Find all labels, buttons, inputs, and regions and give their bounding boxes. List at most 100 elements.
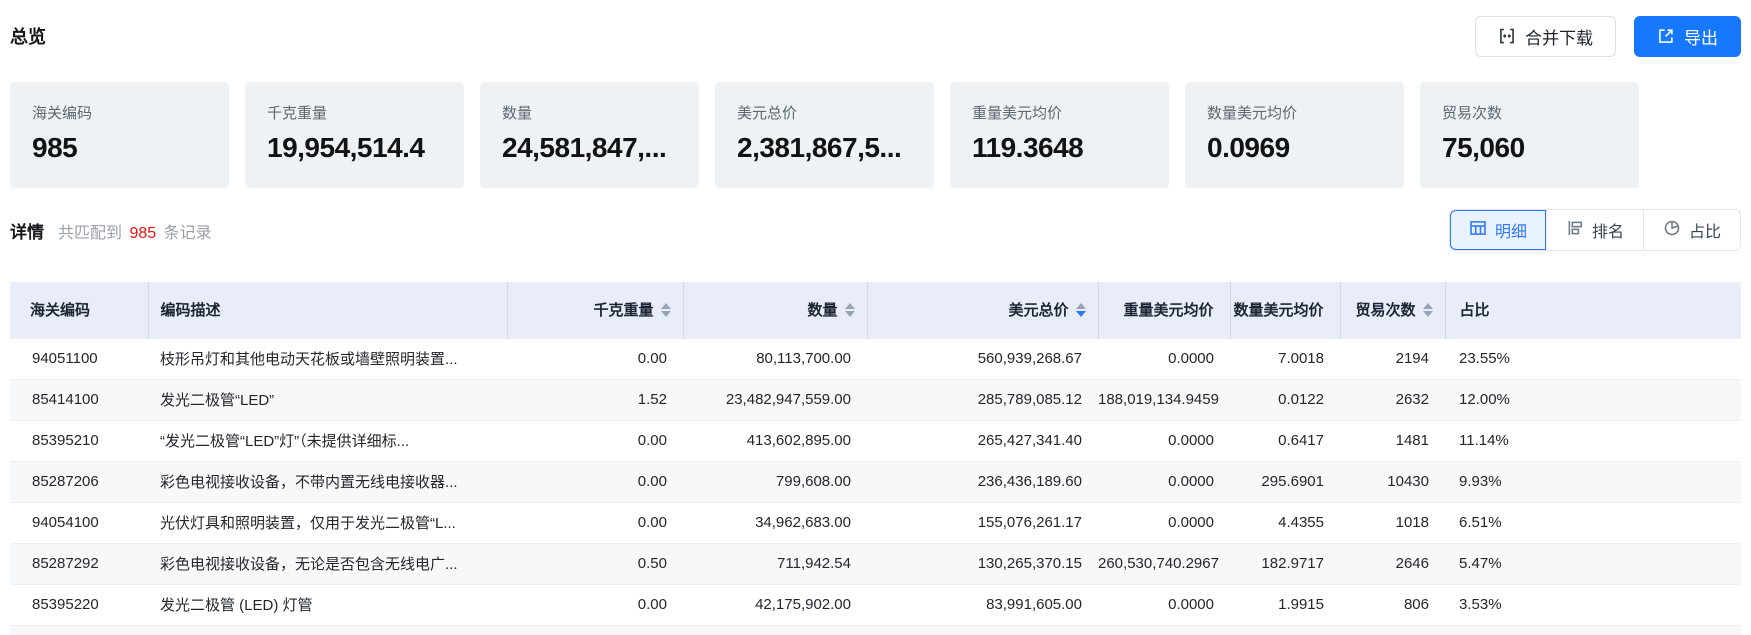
detail-title: 详情 — [10, 218, 44, 243]
table-row: 85287292 彩色电视接收设备，无论是否包含无线电广... 0.50 711… — [10, 543, 1741, 584]
stat-card-hs-code: 海关编码 985 — [10, 82, 229, 188]
cell-weight-kg: 0.00 — [507, 420, 683, 461]
cell-usd-total: 130,265,370.15 — [867, 543, 1098, 584]
stat-card-usd-total: 美元总价 2,381,867,5... — [715, 82, 934, 188]
cell-usd-total: 236,436,189.60 — [867, 461, 1098, 502]
cell-usd-total: 155,076,261.17 — [867, 502, 1098, 543]
cell-usd-per-qty: 182.9717 — [1230, 543, 1340, 584]
sort-caret-down-icon-active[interactable] — [1076, 311, 1086, 317]
cell-weight-kg: 0.00 — [507, 338, 683, 379]
cell-usd-per-qty: 4.4355 — [1230, 502, 1340, 543]
stat-value: 985 — [32, 132, 219, 164]
cell-hs-code: 85395220 — [10, 584, 148, 625]
table-row: 85395210 “发光二极管“LED”灯”（未提供详细标... 0.00 41… — [10, 420, 1741, 461]
cell-trade-count: 806 — [1340, 584, 1445, 625]
table-row: 85414100 发光二极管“LED” 1.52 23,482,947,559.… — [10, 379, 1741, 420]
match-prefix: 共匹配到 — [58, 225, 122, 242]
sort-caret-down-icon[interactable] — [1423, 311, 1433, 317]
sort-caret-up-icon[interactable] — [661, 303, 671, 309]
cell-description: 光伏灯具和照明装置，仅用于发光二极管“L... — [148, 502, 507, 543]
sort-carets[interactable] — [661, 303, 671, 317]
cell-usd-per-qty: 295.6901 — [1230, 461, 1340, 502]
export-button[interactable]: 导出 — [1634, 16, 1741, 57]
page-title: 总览 — [10, 23, 46, 49]
cell-share: 5.47% — [1445, 543, 1741, 584]
cell-quantity: 711,942.54 — [683, 543, 867, 584]
sort-carets[interactable] — [1423, 303, 1433, 317]
sort-caret-up-icon[interactable] — [1423, 303, 1433, 309]
merge-download-button[interactable]: 合并下载 — [1475, 16, 1616, 57]
col-header-usd-per-weight: 重量美元均价 — [1098, 282, 1230, 338]
match-count: 985 — [126, 225, 159, 242]
merge-download-label: 合并下载 — [1525, 24, 1593, 49]
tab-share[interactable]: 占比 — [1643, 210, 1740, 250]
tab-label: 占比 — [1689, 218, 1721, 242]
view-switcher: 明细 排名 占比 — [1449, 209, 1741, 251]
cell-description: 枝形吊灯和其他电动天花板或墙壁照明装置... — [148, 338, 507, 379]
stat-value: 0.0969 — [1207, 132, 1394, 164]
col-header-share: 占比 — [1445, 282, 1741, 338]
col-header-weight-kg[interactable]: 千克重量 — [507, 282, 683, 338]
merge-cells-icon — [1498, 27, 1516, 45]
cell-description: 彩色电视接收设备，不带内置无线电接收器... — [148, 461, 507, 502]
cell-trade-count: 2632 — [1340, 379, 1445, 420]
cell-description: “发光二极管“LED”灯”（未提供详细标... — [148, 420, 507, 461]
cell-weight-kg: 0.00 — [507, 461, 683, 502]
tab-details[interactable]: 明细 — [1450, 210, 1546, 250]
match-summary: 共匹配到 985 条记录 — [58, 219, 212, 243]
cell-usd-per-weight: 188,019,134.9459 — [1098, 379, 1230, 420]
stat-value: 2,381,867,5... — [737, 132, 924, 164]
stat-value: 75,060 — [1442, 132, 1629, 164]
stat-label: 海关编码 — [32, 102, 219, 123]
table-row: 85287206 彩色电视接收设备，不带内置无线电接收器... 0.00 799… — [10, 461, 1741, 502]
col-label: 海关编码 — [30, 299, 90, 320]
sort-caret-down-icon[interactable] — [661, 311, 671, 317]
cell-usd-per-qty: 0.0122 — [1230, 379, 1340, 420]
cell-usd-per-weight: 0.0000 — [1098, 584, 1230, 625]
cell-share: 3.53% — [1445, 584, 1741, 625]
trade-overview-page: 总览 合并下载 — [0, 14, 1751, 635]
stat-card-trade-count: 贸易次数 75,060 — [1420, 82, 1639, 188]
cell-usd-per-weight: 0.0000 — [1098, 420, 1230, 461]
cell-trade-count: 2194 — [1340, 338, 1445, 379]
cell-usd-per-weight: 0.0000 — [1098, 338, 1230, 379]
tab-label: 排名 — [1592, 218, 1624, 242]
col-header-trade-count[interactable]: 贸易次数 — [1340, 282, 1445, 338]
stat-label: 数量 — [502, 102, 689, 123]
tab-ranking[interactable]: 排名 — [1546, 210, 1643, 250]
cell-usd-per-weight: 0.0000 — [1098, 502, 1230, 543]
cell-quantity: 42,175,902.00 — [683, 584, 867, 625]
stat-label: 贸易次数 — [1442, 102, 1629, 123]
sort-caret-up-icon[interactable] — [845, 303, 855, 309]
table-header-row: 海关编码 编码描述 千克重量 数量 美元总价 重量美元均价 数量美元均价 贸易次… — [10, 282, 1741, 338]
stat-value: 119.3648 — [972, 132, 1159, 164]
stat-card-usd-per-weight: 重量美元均价 119.3648 — [950, 82, 1169, 188]
cell-hs-code: 85287292 — [10, 543, 148, 584]
col-header-usd-total[interactable]: 美元总价 — [867, 282, 1098, 338]
cell-usd-per-weight: 0.0000 — [1098, 461, 1230, 502]
cell-usd-per-qty: 0.6417 — [1230, 420, 1340, 461]
cell-weight-kg: 0.00 — [507, 584, 683, 625]
cell-share: 11.14% — [1445, 420, 1741, 461]
sort-carets[interactable] — [1076, 303, 1086, 317]
cell-usd-total: 265,427,341.40 — [867, 420, 1098, 461]
cell-hs-code: 85414100 — [10, 379, 148, 420]
tab-label: 明细 — [1495, 218, 1527, 242]
cell-share: 23.55% — [1445, 338, 1741, 379]
cell-hs-code: 94051100 — [10, 338, 148, 379]
col-label: 重量美元均价 — [1123, 299, 1213, 320]
cell-usd-per-qty: 7.0018 — [1230, 338, 1340, 379]
stats-row: 海关编码 985 千克重量 19,954,514.4 数量 24,581,847… — [10, 82, 1741, 188]
cell-weight-kg: 0.00 — [507, 502, 683, 543]
partial-row-clipped — [10, 625, 1741, 635]
sort-caret-down-icon[interactable] — [845, 311, 855, 317]
detail-bar: 详情 共匹配到 985 条记录 明细 — [10, 209, 1741, 251]
sort-caret-up-icon[interactable] — [1076, 303, 1086, 309]
col-header-quantity[interactable]: 数量 — [683, 282, 867, 338]
sort-carets[interactable] — [845, 303, 855, 317]
cell-description: 彩色电视接收设备，无论是否包含无线电广... — [148, 543, 507, 584]
cell-hs-code: 85395210 — [10, 420, 148, 461]
table-icon — [1469, 219, 1487, 242]
table-row: 85395220 发光二极管 (LED) 灯管 0.00 42,175,902.… — [10, 584, 1741, 625]
export-icon — [1657, 27, 1675, 45]
